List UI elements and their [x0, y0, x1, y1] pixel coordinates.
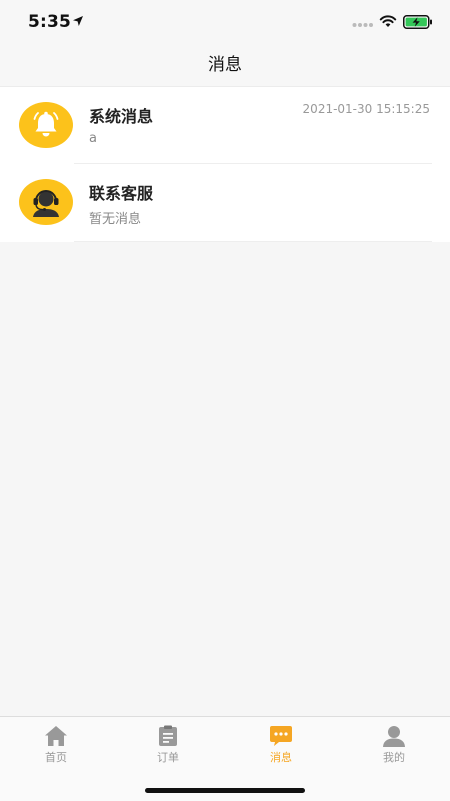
- battery-charging-icon: [403, 15, 432, 29]
- clipboard-icon: [159, 725, 177, 746]
- nav-bar: 消息: [0, 44, 450, 87]
- bell-icon: [19, 102, 73, 148]
- divider: [74, 241, 432, 242]
- message-title: 系统消息: [89, 107, 154, 126]
- tab-orders[interactable]: 订单: [112, 717, 224, 773]
- customer-service-avatar: [19, 179, 73, 225]
- tab-label: 首页: [45, 751, 67, 764]
- message-item-customer-service[interactable]: 联系客服 暂无消息: [0, 164, 450, 242]
- location-arrow-icon: [73, 16, 83, 26]
- home-indicator: [145, 788, 305, 793]
- wifi-icon: [379, 15, 397, 27]
- headset-agent-icon: [19, 179, 73, 225]
- tab-label: 我的: [383, 751, 405, 764]
- home-icon: [45, 726, 67, 746]
- chat-bubble-icon: [270, 726, 292, 746]
- message-item-system[interactable]: 系统消息 a 2021-01-30 15:15:25: [0, 87, 450, 164]
- cellular-signal-icon: [352, 23, 373, 27]
- user-icon: [383, 726, 405, 747]
- message-list: 系统消息 a 2021-01-30 15:15:25 联系客服 暂无消息: [0, 87, 450, 242]
- system-message-avatar: [19, 102, 73, 148]
- tab-messages[interactable]: 消息: [225, 717, 337, 773]
- message-timestamp: 2021-01-30 15:15:25: [302, 102, 430, 116]
- tab-label: 订单: [157, 751, 179, 764]
- page-title: 消息: [208, 55, 242, 75]
- message-title: 联系客服: [89, 184, 154, 203]
- tab-label: 消息: [270, 751, 292, 764]
- tab-profile[interactable]: 我的: [338, 717, 450, 773]
- status-bar: 5:35: [0, 0, 450, 44]
- status-time: 5:35: [28, 12, 72, 32]
- message-preview: 暂无消息: [89, 212, 142, 227]
- tab-home[interactable]: 首页: [0, 717, 112, 773]
- message-preview: a: [89, 131, 97, 146]
